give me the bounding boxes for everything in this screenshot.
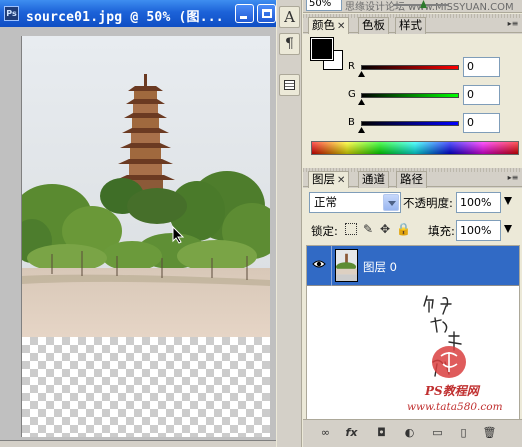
maximize-button[interactable] [257, 4, 276, 23]
url-watermark: www.tata580.com [407, 401, 503, 413]
color-spectrum-bar[interactable] [311, 141, 519, 155]
tab-styles[interactable]: 样式 [395, 17, 426, 34]
green-slider-thumb[interactable] [358, 99, 365, 105]
document-window: Ps source01.jpg @ 50% (图... [0, 0, 276, 447]
lock-position-icon[interactable]: ✥ [379, 223, 391, 235]
trash-icon[interactable]: 🗑 [481, 425, 498, 441]
tab-color[interactable]: 颜色 ✕ [308, 17, 350, 34]
layers-footer: ∞ fx ◘ ◐ ▭ ▯ 🗑 [303, 419, 522, 447]
foreground-color-swatch[interactable] [310, 37, 334, 61]
paragraph-panel-button[interactable]: ¶ [279, 33, 300, 55]
navigator-icon [284, 80, 295, 90]
green-value-field[interactable]: 0 [463, 85, 500, 105]
layer-thumbnail [335, 249, 358, 282]
layers-panel-body: 正常 不透明度: 100% 锁定: ✎ ✥ 🔒 填充: 100% 图层 0 PS… [303, 188, 522, 438]
right-panels: 50% 思缘设计论坛 www.MISSYUAN.COM 颜色 ✕ 色板 样式 ▸≡… [303, 0, 522, 447]
layer-name[interactable]: 图层 0 [363, 259, 397, 275]
close-icon[interactable]: ✕ [337, 21, 345, 32]
color-panel-body: R 0 G 0 B 0 [303, 34, 522, 166]
color-panel-header: 颜色 ✕ 色板 样式 ▸≡ [303, 14, 522, 34]
lock-transparency-icon[interactable] [345, 223, 357, 235]
color-panel: 颜色 ✕ 色板 样式 ▸≡ R 0 G 0 B 0 [303, 14, 522, 166]
new-layer-icon[interactable]: ▯ [455, 425, 472, 441]
tab-paths[interactable]: 路径 [396, 171, 427, 188]
document-title: source01.jpg @ 50% (图... [26, 10, 224, 25]
minimize-button[interactable] [235, 4, 254, 23]
red-slider[interactable] [361, 65, 459, 70]
arrow-cursor-icon [172, 226, 185, 244]
layer-style-icon[interactable]: fx [343, 425, 360, 441]
zoom-field[interactable]: 50% [306, 0, 342, 11]
maximize-icon [262, 9, 272, 18]
navigator-strip: 50% 思缘设计论坛 www.MISSYUAN.COM [303, 0, 522, 13]
eye-icon[interactable] [312, 259, 326, 269]
lock-paint-icon[interactable]: ✎ [362, 223, 374, 235]
brand-watermark: PS教程网 [425, 384, 479, 398]
tab-swatches[interactable]: 色板 [358, 17, 389, 34]
fill-field[interactable]: 100% [456, 220, 501, 241]
pagoda-photo [22, 36, 270, 337]
tab-channels[interactable]: 通道 [358, 171, 389, 188]
document-image[interactable] [21, 36, 270, 437]
red-label: R [348, 61, 355, 72]
blue-slider[interactable] [361, 121, 459, 126]
transparent-area [22, 337, 270, 437]
lock-label: 锁定: [311, 224, 338, 238]
tab-label: 路径 [400, 172, 423, 186]
blue-label: B [348, 117, 355, 128]
navigator-panel-button[interactable] [279, 74, 300, 96]
layer-mask-icon[interactable]: ◘ [373, 425, 390, 441]
tab-label: 通道 [362, 172, 385, 186]
blue-value-field[interactable]: 0 [463, 113, 500, 133]
tab-label: 图层 [312, 172, 335, 186]
new-group-icon[interactable]: ▭ [429, 425, 446, 441]
seal-stamp [432, 346, 466, 378]
tab-label: 颜色 [312, 18, 335, 32]
photoshop-icon: Ps [4, 6, 19, 21]
blue-slider-thumb[interactable] [358, 127, 365, 133]
tab-layers[interactable]: 图层 ✕ [308, 171, 350, 188]
document-statusbar [0, 440, 276, 447]
red-slider-thumb[interactable] [358, 71, 365, 77]
lock-all-icon[interactable]: 🔒 [396, 223, 411, 235]
character-panel-button[interactable]: A [279, 6, 300, 28]
close-icon[interactable]: ✕ [337, 175, 345, 186]
panel-dock: A ¶ [277, 0, 302, 447]
fill-dropdown-icon[interactable] [504, 225, 512, 233]
opacity-label: 不透明度: [403, 196, 453, 210]
fill-label: 填充: [428, 224, 455, 238]
chevron-down-icon[interactable] [383, 194, 399, 211]
red-value-field[interactable]: 0 [463, 57, 500, 77]
layers-list[interactable]: 图层 0 PS教程网 www.tata580.com [306, 245, 520, 428]
blend-mode-select[interactable]: 正常 [309, 192, 401, 213]
minimize-icon [240, 16, 247, 19]
green-label: G [348, 89, 356, 100]
tab-label: 色板 [362, 18, 385, 32]
layer-divider [331, 246, 332, 286]
link-layers-icon[interactable]: ∞ [317, 425, 334, 441]
tab-label: 样式 [399, 18, 422, 32]
layers-panel-header: 图层 ✕ 通道 路径 ▸≡ [303, 168, 522, 188]
green-slider[interactable] [361, 93, 459, 98]
blend-mode-value: 正常 [314, 195, 337, 209]
panel-menu-icon[interactable]: ▸≡ [507, 19, 519, 29]
layers-panel: 图层 ✕ 通道 路径 ▸≡ 正常 不透明度: 100% 锁定: ✎ ✥ 🔒 填充:… [303, 168, 522, 447]
document-titlebar[interactable]: Ps source01.jpg @ 50% (图... [0, 0, 276, 27]
opacity-field[interactable]: 100% [456, 192, 501, 213]
opacity-dropdown-icon[interactable] [504, 197, 512, 205]
panel-menu-icon[interactable]: ▸≡ [507, 173, 519, 183]
canvas-area[interactable] [0, 27, 276, 440]
zoom-slider[interactable] [393, 4, 449, 6]
adjustment-layer-icon[interactable]: ◐ [401, 425, 418, 441]
forum-watermark: 思缘设计论坛 www.MISSYUAN.COM [345, 2, 514, 13]
layer-row[interactable]: 图层 0 [307, 246, 519, 286]
